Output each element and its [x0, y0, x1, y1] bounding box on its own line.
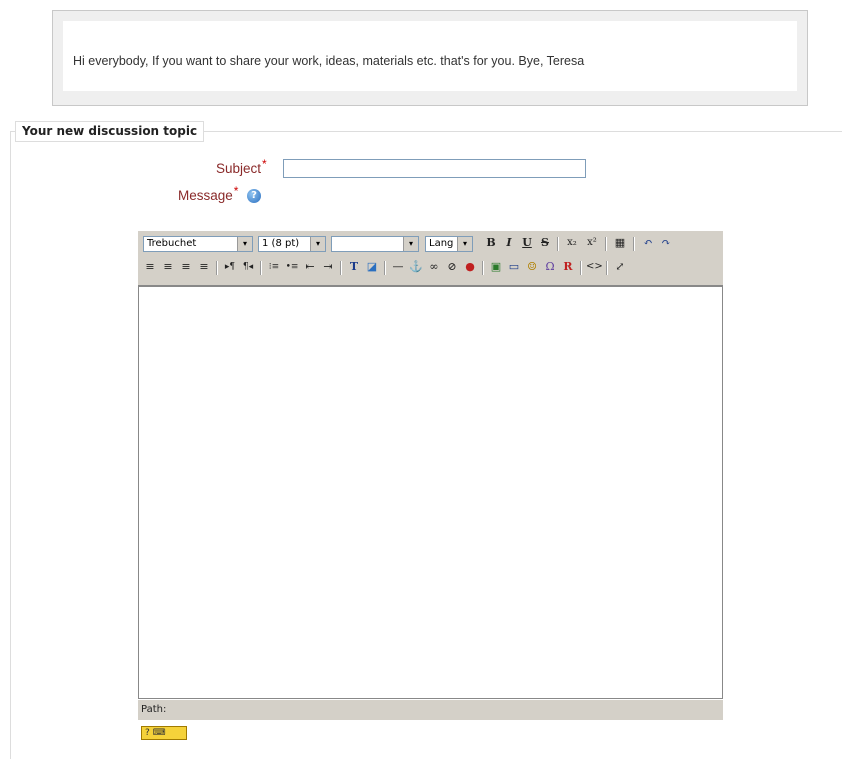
- outdent-button[interactable]: ⇤: [302, 259, 318, 275]
- toolbar-separator: [340, 261, 342, 275]
- forum-intro-box: Hi everybody, If you want to share your …: [52, 10, 808, 106]
- redo-button[interactable]: ↷: [658, 235, 674, 251]
- align-right-button[interactable]: ≡: [178, 259, 194, 275]
- smiley-button[interactable]: ☺: [524, 259, 540, 275]
- anchor-button[interactable]: ⚓: [408, 259, 424, 275]
- nolink-button[interactable]: ●: [462, 259, 478, 275]
- required-mark: *: [262, 157, 267, 171]
- special-char-button[interactable]: Ω: [542, 259, 558, 275]
- subject-label: Subject*: [216, 157, 267, 176]
- chevron-down-icon: ▾: [310, 237, 325, 251]
- find-replace-button[interactable]: R: [560, 259, 576, 275]
- message-label-text: Message: [178, 188, 233, 203]
- subscript-button[interactable]: x₂: [564, 235, 580, 251]
- editor-path-bar: Path:: [138, 700, 723, 720]
- align-left-button[interactable]: ≡: [142, 259, 158, 275]
- bold-button[interactable]: B: [483, 235, 499, 251]
- font-family-select[interactable]: Trebuchet ▾: [143, 236, 253, 252]
- chevron-down-icon: ▾: [403, 237, 418, 251]
- strikethrough-button[interactable]: S: [537, 235, 553, 251]
- font-size-select[interactable]: 1 (8 pt) ▾: [258, 236, 326, 252]
- message-label: Message*: [178, 184, 238, 203]
- background-color-button[interactable]: ◪: [364, 259, 380, 275]
- toolbar-separator: [605, 237, 607, 251]
- text-color-button[interactable]: T: [346, 259, 362, 275]
- forum-intro-inner: Hi everybody, If you want to share your …: [63, 21, 797, 91]
- help-icon[interactable]: ?: [247, 189, 261, 203]
- editor-content-area[interactable]: [138, 286, 723, 699]
- insert-table-button[interactable]: ▭: [506, 259, 522, 275]
- fullscreen-button[interactable]: ⤢: [612, 259, 628, 275]
- rtl-button[interactable]: ¶◂: [240, 259, 256, 275]
- keyboard-shortcuts-button[interactable]: ? ⌨: [141, 726, 187, 740]
- subject-label-text: Subject: [216, 161, 262, 176]
- chevron-down-icon: ▾: [457, 237, 472, 251]
- editor-toolbar: Trebuchet ▾ 1 (8 pt) ▾ ▾ Lang ▾ B I U S x₂ …: [138, 231, 723, 286]
- discussion-legend: Your new discussion topic: [15, 121, 205, 142]
- ordered-list-button[interactable]: ⁝≡: [266, 259, 282, 275]
- chevron-down-icon: ▾: [237, 237, 252, 251]
- italic-button[interactable]: I: [501, 235, 517, 251]
- align-center-button[interactable]: ≡: [160, 259, 176, 275]
- toolbar-separator: [606, 261, 608, 275]
- required-mark: *: [233, 184, 239, 198]
- ltr-button[interactable]: ▸¶: [222, 259, 238, 275]
- link-button[interactable]: ∞: [426, 259, 442, 275]
- toolbar-separator: [557, 237, 559, 251]
- font-family-value: Trebuchet: [147, 238, 197, 249]
- font-size-value: 1 (8 pt): [262, 238, 300, 249]
- format-select[interactable]: ▾: [331, 236, 419, 252]
- html-source-button[interactable]: <>: [586, 259, 603, 275]
- html-editor: Trebuchet ▾ 1 (8 pt) ▾ ▾ Lang ▾ B I U S x₂ …: [138, 231, 723, 720]
- undo-button[interactable]: ↶: [640, 235, 656, 251]
- indent-button[interactable]: ⇥: [320, 259, 336, 275]
- paste-word-button[interactable]: ▦: [612, 235, 628, 251]
- horizontal-rule-button[interactable]: —: [390, 259, 406, 275]
- justify-button[interactable]: ≡: [196, 259, 212, 275]
- unlink-button[interactable]: ⊘: [444, 259, 460, 275]
- toolbar-separator: [482, 261, 484, 275]
- toolbar-separator: [260, 261, 262, 275]
- subject-input[interactable]: [283, 159, 586, 178]
- lang-value: Lang: [429, 238, 454, 249]
- forum-intro-text: Hi everybody, If you want to share your …: [73, 54, 585, 68]
- superscript-button[interactable]: x²: [584, 235, 600, 251]
- insert-image-button[interactable]: ▣: [488, 259, 504, 275]
- toolbar-separator: [384, 261, 386, 275]
- toolbar-separator: [580, 261, 582, 275]
- toolbar-separator: [216, 261, 218, 275]
- toolbar-separator: [633, 237, 635, 251]
- lang-select[interactable]: Lang ▾: [425, 236, 473, 252]
- underline-button[interactable]: U: [519, 235, 535, 251]
- unordered-list-button[interactable]: •≡: [284, 259, 300, 275]
